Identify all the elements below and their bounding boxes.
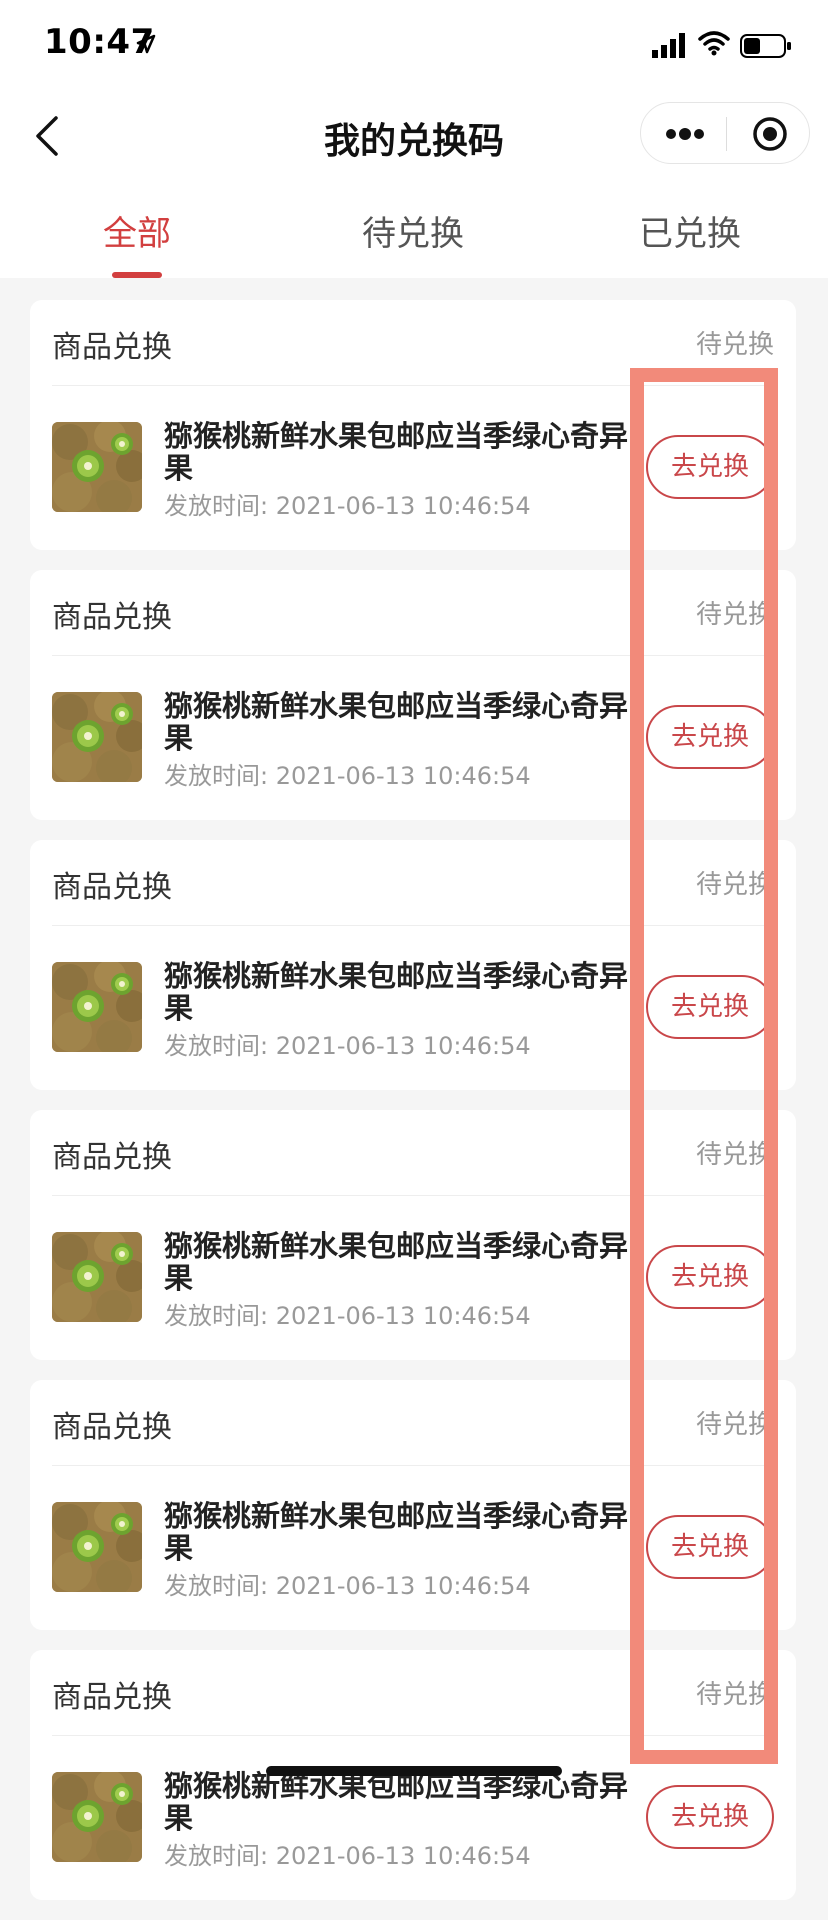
product-title[interactable]: 猕猴桃新鲜水果包邮应当季绿心奇异果 [164, 690, 634, 754]
card-divider [52, 1195, 774, 1196]
product-title[interactable]: 猕猴桃新鲜水果包邮应当季绿心奇异果 [164, 1770, 634, 1834]
card-type-label: 商品兑换 [52, 1680, 172, 1715]
redeem-button[interactable]: 去兑换 [646, 975, 774, 1039]
redeem-button[interactable]: 去兑换 [646, 1245, 774, 1309]
card-type-label: 商品兑换 [52, 330, 172, 365]
product-thumbnail[interactable] [52, 692, 142, 782]
tab-all[interactable]: 全部 [37, 206, 237, 255]
status-badge: 待兑换 [695, 870, 774, 900]
redeem-card: 商品兑换 待兑换 猕猴桃新鲜水果包邮应当季绿心奇异果 发放时间: 2021-06… [30, 570, 796, 820]
kiwi-fruit-icon [52, 1232, 142, 1322]
product-thumbnail[interactable] [52, 1232, 142, 1322]
issue-time-label: 发放时间: [164, 492, 269, 520]
card-divider [52, 1465, 774, 1466]
redeem-button[interactable]: 去兑换 [646, 705, 774, 769]
miniprogram-capsule [640, 102, 810, 164]
issue-time-label: 发放时间: [164, 1842, 269, 1870]
issue-time-value: 2021-06-13 10:46:54 [275, 762, 531, 790]
home-indicator [266, 1766, 562, 1776]
issue-time: 发放时间: 2021-06-13 10:46:54 [164, 1026, 531, 1061]
location-arrow-icon [136, 34, 156, 54]
status-bar: 10:47 [0, 0, 828, 96]
navigation-bar: 我的兑换码 [0, 96, 828, 182]
tab-bar: 全部 待兑换 已兑换 [0, 182, 828, 278]
redeem-button[interactable]: 去兑换 [646, 1515, 774, 1579]
card-type-label: 商品兑换 [52, 1410, 172, 1445]
redeem-card: 商品兑换 待兑换 猕猴桃新鲜水果包邮应当季绿心奇异果 发放时间: 2021-06… [30, 1110, 796, 1360]
product-title[interactable]: 猕猴桃新鲜水果包邮应当季绿心奇异果 [164, 420, 634, 484]
card-type-label: 商品兑换 [52, 600, 172, 635]
battery-icon [740, 34, 791, 58]
kiwi-fruit-icon [52, 1772, 142, 1862]
issue-time-value: 2021-06-13 10:46:54 [275, 1032, 531, 1060]
issue-time-value: 2021-06-13 10:46:54 [275, 1572, 531, 1600]
product-thumbnail[interactable] [52, 422, 142, 512]
product-title[interactable]: 猕猴桃新鲜水果包邮应当季绿心奇异果 [164, 1230, 634, 1294]
product-title[interactable]: 猕猴桃新鲜水果包邮应当季绿心奇异果 [164, 960, 634, 1024]
kiwi-fruit-icon [52, 422, 142, 512]
issue-time: 发放时间: 2021-06-13 10:46:54 [164, 1836, 531, 1871]
product-thumbnail[interactable] [52, 1502, 142, 1592]
capsule-divider [726, 117, 727, 151]
kiwi-fruit-icon [52, 692, 142, 782]
product-title[interactable]: 猕猴桃新鲜水果包邮应当季绿心奇异果 [164, 1500, 634, 1564]
product-thumbnail[interactable] [52, 1772, 142, 1862]
issue-time: 发放时间: 2021-06-13 10:46:54 [164, 1296, 531, 1331]
status-badge: 待兑换 [695, 1140, 774, 1170]
issue-time-value: 2021-06-13 10:46:54 [275, 1842, 531, 1870]
issue-time: 发放时间: 2021-06-13 10:46:54 [164, 486, 531, 521]
issue-time-label: 发放时间: [164, 1032, 269, 1060]
signal-icon [652, 33, 685, 58]
card-type-label: 商品兑换 [52, 870, 172, 905]
card-divider [52, 385, 774, 386]
redeem-code-list: 商品兑换 待兑换 猕猴桃新鲜水果包邮应当季绿心奇异果 发放时间: 2021-06… [30, 300, 796, 1920]
card-divider [52, 655, 774, 656]
kiwi-fruit-icon [52, 1502, 142, 1592]
issue-time-value: 2021-06-13 10:46:54 [275, 492, 531, 520]
redeem-button[interactable]: 去兑换 [646, 1785, 774, 1849]
status-badge: 待兑换 [695, 1410, 774, 1440]
record-target-icon[interactable] [751, 115, 789, 153]
issue-time-label: 发放时间: [164, 762, 269, 790]
redeem-card: 商品兑换 待兑换 猕猴桃新鲜水果包邮应当季绿心奇异果 发放时间: 2021-06… [30, 1380, 796, 1630]
issue-time-label: 发放时间: [164, 1572, 269, 1600]
tab-pending[interactable]: 待兑换 [313, 206, 513, 255]
issue-time-label: 发放时间: [164, 1302, 269, 1330]
product-thumbnail[interactable] [52, 962, 142, 1052]
card-divider [52, 925, 774, 926]
tab-redeemed[interactable]: 已兑换 [590, 206, 790, 255]
tab-active-indicator [112, 272, 162, 278]
issue-time-value: 2021-06-13 10:46:54 [275, 1302, 531, 1330]
more-dots-icon[interactable] [663, 121, 707, 147]
status-badge: 待兑换 [695, 600, 774, 630]
status-badge: 待兑换 [695, 1680, 774, 1710]
card-divider [52, 1735, 774, 1736]
issue-time: 发放时间: 2021-06-13 10:46:54 [164, 756, 531, 791]
redeem-card: 商品兑换 待兑换 猕猴桃新鲜水果包邮应当季绿心奇异果 发放时间: 2021-06… [30, 300, 796, 550]
kiwi-fruit-icon [52, 962, 142, 1052]
wifi-icon [698, 31, 730, 56]
status-badge: 待兑换 [695, 330, 774, 360]
redeem-button[interactable]: 去兑换 [646, 435, 774, 499]
redeem-card: 商品兑换 待兑换 猕猴桃新鲜水果包邮应当季绿心奇异果 发放时间: 2021-06… [30, 840, 796, 1090]
card-type-label: 商品兑换 [52, 1140, 172, 1175]
issue-time: 发放时间: 2021-06-13 10:46:54 [164, 1566, 531, 1601]
